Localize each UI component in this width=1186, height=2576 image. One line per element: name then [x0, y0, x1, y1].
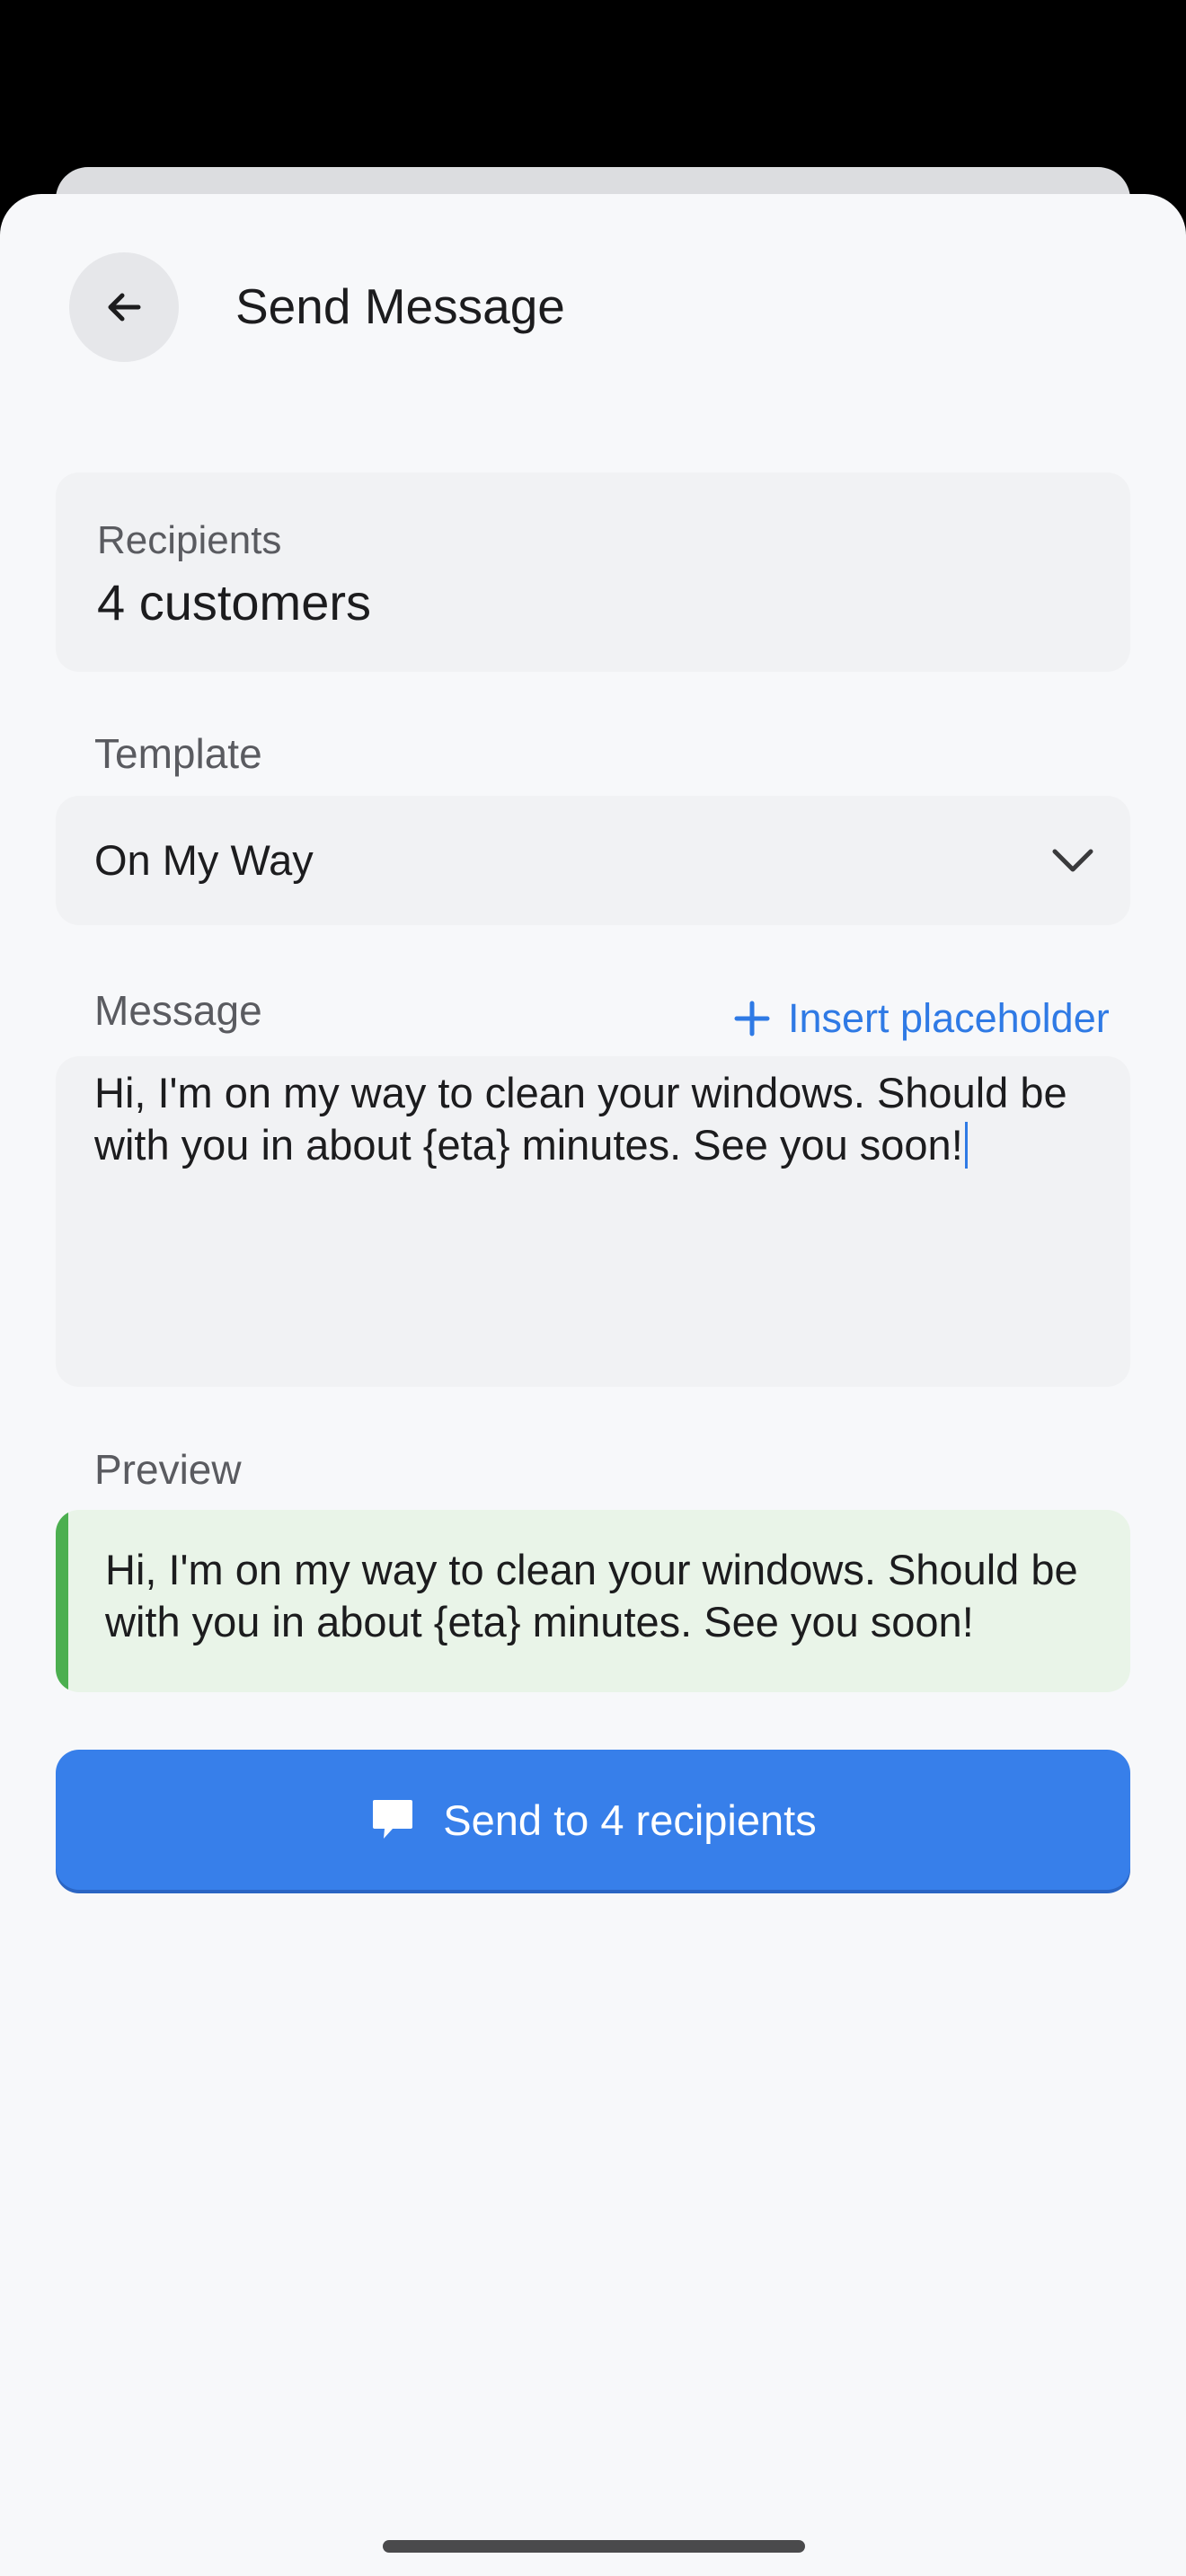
preview-card: Hi, I'm on my way to clean your windows.…	[56, 1510, 1130, 1692]
template-dropdown[interactable]: On My Way	[56, 796, 1130, 925]
back-button[interactable]	[69, 252, 179, 362]
template-label: Template	[94, 730, 262, 777]
page-title: Send Message	[235, 278, 565, 334]
message-label: Message	[94, 987, 262, 1034]
preview-label: Preview	[94, 1446, 242, 1493]
chevron-down-icon	[1052, 849, 1093, 872]
insert-placeholder-button[interactable]: Insert placeholder	[732, 992, 1110, 1045]
chat-bubble-icon	[373, 1800, 413, 1839]
message-textarea[interactable]: Hi, I'm on my way to clean your windows.…	[56, 1056, 1130, 1387]
recipients-count: 4 customers	[97, 574, 371, 631]
send-button[interactable]: Send to 4 recipients	[56, 1750, 1130, 1890]
template-selected-value: On My Way	[94, 836, 314, 884]
home-indicator	[383, 2540, 805, 2553]
text-cursor	[964, 1122, 968, 1169]
insert-placeholder-label: Insert placeholder	[788, 995, 1110, 1041]
screen: Send Message Recipients 4 customers Temp…	[0, 0, 1186, 2576]
preview-accent-bar	[56, 1510, 68, 1692]
send-button-label: Send to 4 recipients	[443, 1795, 817, 1844]
recipients-card: Recipients 4 customers	[56, 472, 1130, 672]
arrow-left-icon	[108, 293, 141, 322]
recipients-label: Recipients	[97, 518, 282, 562]
message-text: Hi, I'm on my way to clean your windows.…	[94, 1067, 1110, 1171]
preview-text: Hi, I'm on my way to clean your windows.…	[105, 1546, 1078, 1645]
message-content: Hi, I'm on my way to clean your windows.…	[94, 1069, 1067, 1169]
plus-icon	[734, 1001, 770, 1037]
